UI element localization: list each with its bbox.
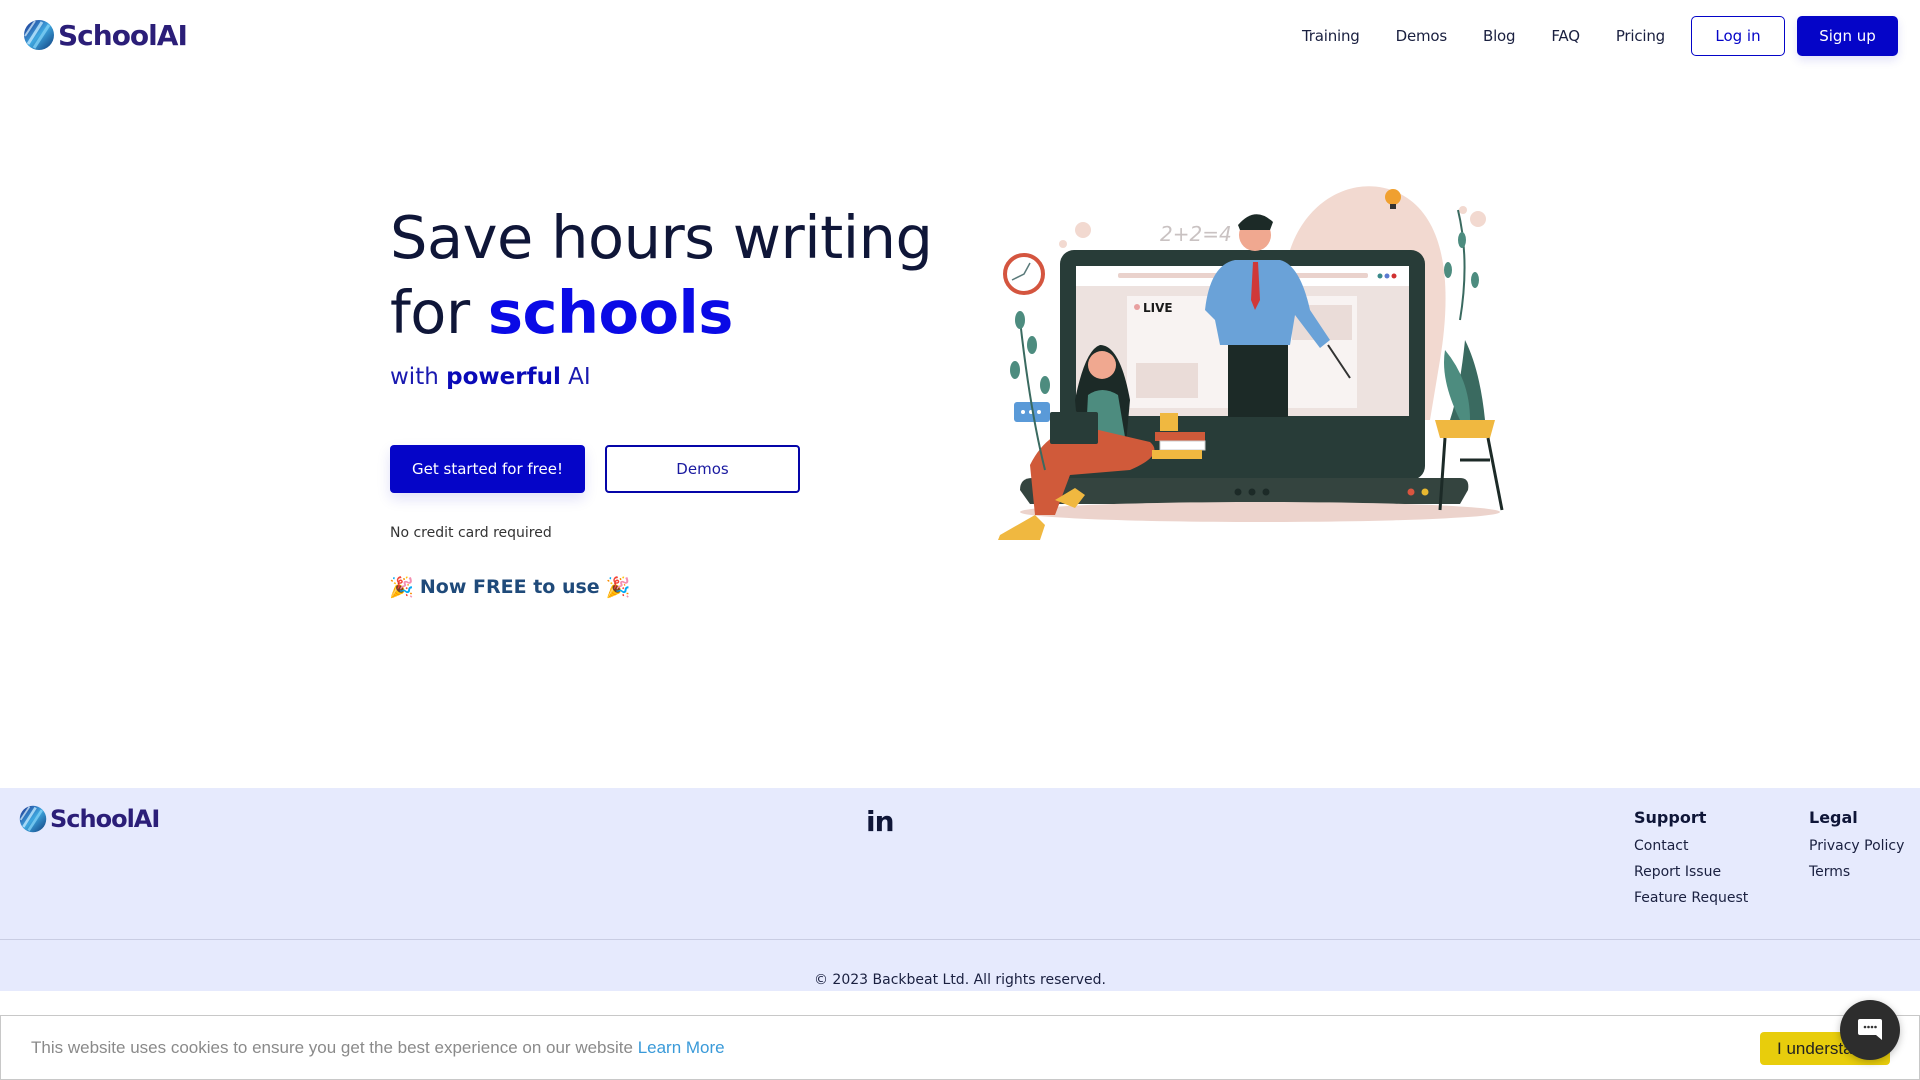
laptop-base (1020, 478, 1469, 504)
deco-circle (1059, 240, 1067, 248)
signup-button[interactable]: Sign up (1797, 16, 1898, 56)
nav-demos[interactable]: Demos (1396, 27, 1448, 45)
login-button[interactable]: Log in (1691, 16, 1785, 56)
footer-link-report-issue[interactable]: Report Issue (1634, 859, 1748, 885)
party-popper-icon: 🎉 (389, 575, 414, 599)
cookie-learn-more-link[interactable]: Learn More (638, 1038, 725, 1057)
nav-pricing[interactable]: Pricing (1616, 27, 1665, 45)
get-started-button[interactable]: Get started for free! (390, 445, 585, 493)
footer-link-terms[interactable]: Terms (1809, 859, 1904, 885)
main-nav: Training Demos Blog FAQ Pricing Log in S… (1302, 16, 1898, 56)
logo-globe-icon (19, 805, 47, 833)
footer-link-contact[interactable]: Contact (1634, 833, 1748, 859)
hero-headline: Save hours writing for schools (390, 200, 933, 350)
nav-faq[interactable]: FAQ (1551, 27, 1580, 45)
footer-divider (0, 939, 1920, 940)
footer-link-privacy-policy[interactable]: Privacy Policy (1809, 833, 1904, 859)
footer-heading-legal: Legal (1809, 808, 1858, 827)
cookie-banner: This website uses cookies to ensure you … (0, 1015, 1920, 1080)
headline-line2-prefix: for (390, 278, 488, 347)
cta-row: Get started for free! Demos (390, 445, 800, 493)
footer-logo-text: SchoolAI (50, 805, 160, 833)
subline-suffix: AI (560, 364, 591, 390)
deco-circle (1470, 211, 1486, 227)
cookie-message: This website uses cookies to ensure you … (31, 1038, 725, 1058)
site-footer: SchoolAI in Support Contact Report Issue… (0, 788, 1920, 991)
chat-bubble-icon (1858, 1019, 1882, 1040)
nav-training[interactable]: Training (1302, 27, 1360, 45)
lightbulb-icon (1385, 189, 1401, 205)
deco-circle (1075, 222, 1091, 238)
hero-illustration: 2+2=4 LIVE (998, 186, 1504, 540)
subline-bold: powerful (446, 364, 561, 390)
free-note: 🎉 Now FREE to use 🎉 (389, 575, 631, 599)
footer-heading-support: Support (1634, 808, 1707, 827)
logo-text: SchoolAI (58, 18, 188, 52)
site-header: SchoolAI Training Demos Blog FAQ Pricing… (0, 0, 1920, 74)
free-note-label: Now FREE to use (419, 576, 600, 598)
nav-blog[interactable]: Blog (1483, 27, 1516, 45)
equation-text: 2+2=4 (1160, 222, 1232, 246)
hero-subline: with powerful AI (390, 364, 932, 390)
headline-line1: Save hours writing (390, 203, 933, 272)
logo-globe-icon (24, 20, 54, 50)
footer-column-support: Support Contact Report Issue Feature Req… (1634, 808, 1748, 911)
live-label: LIVE (1143, 301, 1173, 315)
party-popper-icon: 🎉 (605, 575, 631, 599)
headline-accent: schools (487, 278, 734, 347)
cookie-message-text: This website uses cookies to ensure you … (31, 1038, 638, 1057)
demos-button[interactable]: Demos (605, 445, 800, 493)
deco-circle (1459, 206, 1467, 214)
copyright-text: © 2023 Backbeat Ltd. All rights reserved… (813, 972, 1107, 988)
subline-prefix: with (390, 364, 447, 390)
footer-logo[interactable]: SchoolAI (18, 804, 160, 834)
footer-link-feature-request[interactable]: Feature Request (1634, 885, 1748, 911)
hero-text: Save hours writing for schools with powe… (390, 200, 933, 390)
footer-column-legal: Legal Privacy Policy Terms (1809, 808, 1904, 885)
header-logo[interactable]: SchoolAI (22, 18, 188, 52)
right-plant-stand (1435, 209, 1504, 511)
no-credit-card-note: No credit card required (390, 525, 552, 541)
linkedin-icon[interactable]: in (866, 805, 895, 838)
chat-widget-button[interactable] (1840, 1000, 1900, 1060)
